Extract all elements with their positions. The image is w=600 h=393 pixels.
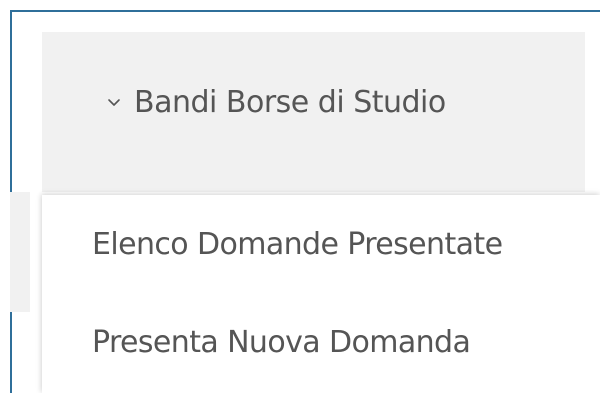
menu-header-content: Bandi Borse di Studio [106,32,446,172]
dropdown-menu: Elenco Domande Presentate Presenta Nuova… [42,195,600,393]
menu-header-bandi-borse-di-studio[interactable]: Bandi Borse di Studio [42,32,585,192]
chevron-down-icon [106,94,122,110]
menu-item-elenco-domande-presentate[interactable]: Elenco Domande Presentate [92,227,503,262]
menu-title: Bandi Borse di Studio [134,84,446,120]
background-strip [10,192,30,312]
menu-item-presenta-nuova-domanda[interactable]: Presenta Nuova Domanda [92,325,471,360]
